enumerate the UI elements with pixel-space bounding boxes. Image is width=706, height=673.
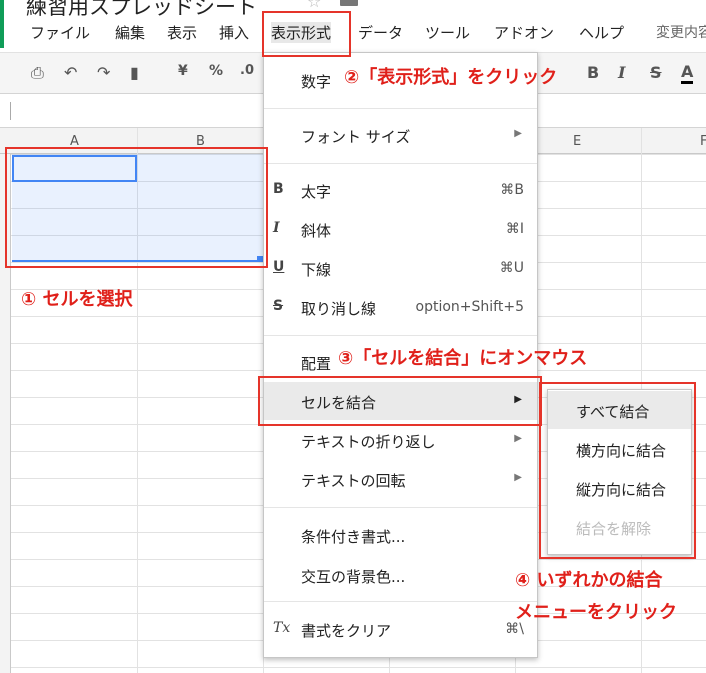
menu-help[interactable]: ヘルプ	[579, 22, 624, 43]
menu-data[interactable]: データ	[358, 22, 403, 43]
formula-caret	[10, 102, 11, 120]
annotation-step-1: ① セルを選択	[21, 289, 133, 310]
clear-formatting-icon: Tx	[273, 620, 291, 636]
menu-separator	[264, 163, 537, 164]
strikethrough-button[interactable]: S	[650, 63, 662, 82]
format-menu-underline[interactable]: U 下線 ⌘U	[264, 249, 537, 287]
submenu-arrow-icon: ▶	[514, 433, 522, 444]
format-menu-alternating-colors[interactable]: 交互の背景色...	[264, 556, 537, 594]
decimal-button[interactable]: .0	[240, 63, 254, 78]
format-menu-bold[interactable]: B 太字 ⌘B	[264, 171, 537, 209]
menu-shortcut: ⌘B	[500, 182, 524, 198]
undo-icon[interactable]: ↶	[64, 63, 77, 82]
menu-shortcut: option+Shift+5	[415, 299, 524, 315]
menu-item-label: 配置	[301, 355, 332, 373]
redo-icon[interactable]: ↷	[97, 63, 110, 82]
menu-item-label: 書式をクリア	[301, 622, 392, 640]
menu-tools[interactable]: ツール	[425, 22, 470, 43]
menu-shortcut: ⌘I	[505, 221, 524, 237]
menu-item-label: 数字	[301, 73, 332, 91]
format-menu-strikethrough[interactable]: S 取り消し線 option+Shift+5	[264, 288, 537, 326]
annotation-box-merge-submenu	[539, 382, 696, 559]
format-menu-text-rotation[interactable]: テキストの回転 ▶	[264, 460, 537, 498]
star-icon[interactable]: ☆	[307, 0, 321, 11]
menu-item-label: 斜体	[301, 222, 332, 240]
annotation-step-4-line-1: ④ いずれかの結合	[515, 570, 663, 591]
submenu-arrow-icon: ▶	[514, 128, 522, 139]
underline-icon: U	[273, 259, 285, 275]
menu-file[interactable]: ファイル	[30, 22, 90, 43]
last-edit-link[interactable]: 変更内容	[656, 22, 706, 42]
annotation-box-selected-cells	[5, 147, 268, 268]
italic-button[interactable]: I	[618, 63, 625, 82]
menu-item-label: 交互の背景色...	[301, 568, 406, 586]
menu-shortcut: ⌘U	[499, 260, 524, 276]
annotation-step-3: ③「セルを結合」にオンマウス	[338, 348, 588, 369]
menu-separator	[264, 108, 537, 109]
menu-addons[interactable]: アドオン	[494, 22, 554, 43]
format-menu-conditional-formatting[interactable]: 条件付き書式...	[264, 516, 537, 554]
paint-format-icon[interactable]: ▮	[130, 63, 139, 82]
menu-item-label: 取り消し線	[301, 300, 377, 318]
text-color-button[interactable]: A	[681, 63, 694, 84]
strikethrough-icon: S	[273, 298, 284, 314]
menu-item-label: フォント サイズ	[301, 128, 411, 146]
menu-item-label: テキストの折り返し	[301, 433, 436, 451]
format-menu-italic[interactable]: I 斜体 ⌘I	[264, 210, 537, 248]
format-menu-font-size[interactable]: フォント サイズ ▶	[264, 116, 537, 154]
menu-item-label: 太字	[301, 183, 332, 201]
annotation-box-merge-cells	[258, 376, 542, 426]
menu-item-label: 下線	[301, 261, 332, 279]
menu-insert[interactable]: 挿入	[219, 22, 249, 43]
menu-separator	[264, 507, 537, 508]
menu-edit[interactable]: 編集	[115, 22, 145, 43]
menu-item-label: 条件付き書式...	[301, 528, 406, 546]
print-icon[interactable]: ⎙	[31, 63, 44, 83]
submenu-arrow-icon: ▶	[514, 472, 522, 483]
annotation-step-2: ②「表示形式」をクリック	[344, 67, 558, 88]
currency-button[interactable]: ¥	[178, 63, 188, 79]
column-header-f[interactable]: F	[700, 134, 706, 149]
percent-button[interactable]: %	[209, 63, 223, 79]
menu-separator	[264, 601, 537, 602]
annotation-step-4-line-2: メニューをクリック	[515, 602, 677, 623]
column-header-e[interactable]: E	[573, 134, 581, 149]
menu-item-label: テキストの回転	[301, 472, 406, 490]
menu-bar: ファイル 編集 表示 挿入 表示形式 データ ツール アドオン ヘルプ 変更内容	[0, 18, 706, 48]
format-menu-clear-formatting[interactable]: Tx 書式をクリア ⌘\	[264, 610, 537, 648]
menu-separator	[264, 335, 537, 336]
bold-icon: B	[273, 181, 284, 197]
bold-button[interactable]: B	[587, 63, 599, 82]
annotation-box-format-menu	[262, 11, 351, 57]
folder-icon[interactable]	[340, 0, 358, 6]
format-menu-text-wrap[interactable]: テキストの折り返し ▶	[264, 421, 537, 459]
menu-view[interactable]: 表示	[167, 22, 197, 43]
italic-icon: I	[273, 220, 280, 236]
